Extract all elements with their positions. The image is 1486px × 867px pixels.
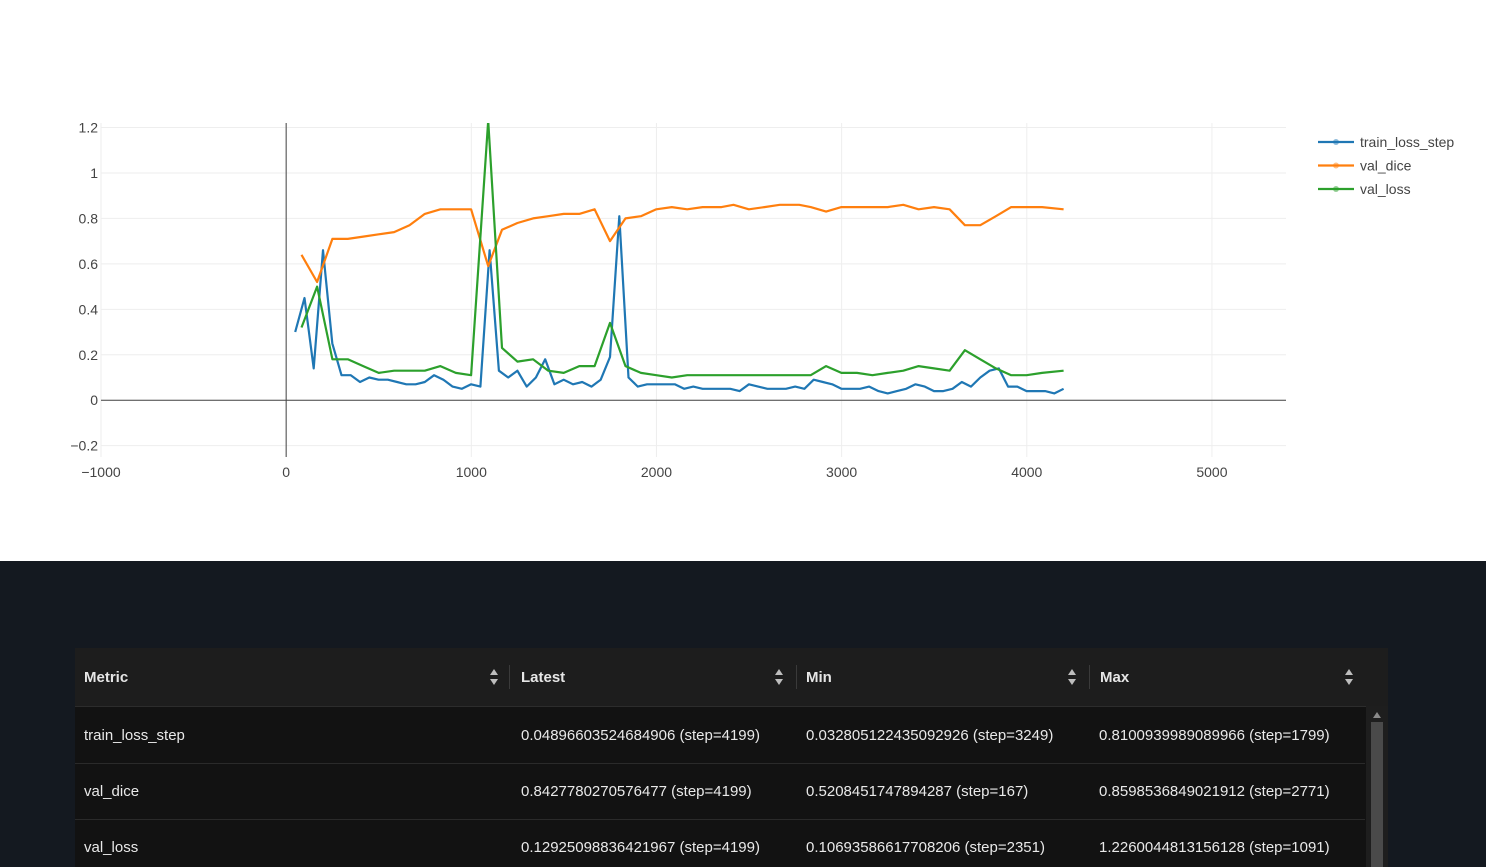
y-tick-label: 1: [90, 165, 98, 181]
scroll-up-arrow-icon[interactable]: [1372, 711, 1382, 719]
legend-marker: [1333, 139, 1339, 145]
metric-name: train_loss_step: [84, 726, 185, 744]
legend-item-val-dice[interactable]: val_dice: [1360, 158, 1412, 174]
metrics-table: Metric Latest Min Max train_loss_step 0.…: [75, 648, 1388, 867]
min-value: 0.10693586617708206 (step=2351): [806, 838, 1045, 856]
max-value: 0.8598536849021912 (step=2771): [1099, 782, 1330, 800]
sort-updown-icon[interactable]: [1344, 668, 1354, 686]
latest-value: 0.8427780270576477 (step=4199): [521, 782, 752, 800]
y-tick-label: 0.6: [79, 256, 99, 272]
table-row[interactable]: train_loss_step 0.04896603524684906 (ste…: [75, 707, 1365, 764]
y-tick-label: −0.2: [70, 438, 98, 454]
column-header-metric[interactable]: Metric: [75, 648, 510, 706]
x-tick-label: 5000: [1196, 464, 1227, 480]
legend-item-val-loss[interactable]: val_loss: [1360, 181, 1411, 197]
y-tick-label: 0.2: [79, 347, 99, 363]
legend-item-train-loss-step[interactable]: train_loss_step: [1360, 134, 1454, 150]
column-header-latest[interactable]: Latest: [512, 648, 797, 706]
column-header-label: Min: [806, 668, 832, 686]
series-line-val-dice[interactable]: [300, 203, 1064, 284]
table-row[interactable]: val_loss 0.12925098836421967 (step=4199)…: [75, 819, 1365, 867]
table-scrollbar[interactable]: [1366, 706, 1388, 867]
column-divider: [1089, 665, 1090, 689]
table-row[interactable]: val_dice 0.8427780270576477 (step=4199) …: [75, 763, 1365, 820]
column-header-label: Latest: [521, 668, 566, 686]
y-tick-label: 0.4: [79, 301, 99, 317]
column-divider: [509, 665, 510, 689]
metrics-panel: Metric Latest Min Max train_loss_step 0.…: [0, 561, 1486, 867]
x-tick-label: 3000: [826, 464, 857, 480]
sort-updown-icon[interactable]: [1067, 668, 1077, 686]
legend-marker: [1333, 162, 1339, 169]
latest-value: 0.04896603524684906 (step=4199): [521, 726, 760, 744]
y-tick-label: 1.2: [79, 120, 99, 136]
max-value: 0.8100939989089966 (step=1799): [1099, 726, 1330, 744]
legend-marker: [1333, 186, 1339, 192]
column-header-label: Metric: [84, 668, 129, 686]
series-line-train-loss-step[interactable]: [294, 215, 1065, 395]
sort-updown-icon[interactable]: [774, 668, 784, 686]
x-tick-label: −1000: [81, 464, 121, 480]
chart-panel: −1000 0 1000 2000 3000 4000 5000 −0.2 0 0.2 0.4 0.6…: [0, 0, 1486, 561]
metric-name: val_dice: [84, 782, 140, 800]
min-value: 0.032805122435092926 (step=3249): [806, 726, 1054, 744]
metric-name: val_loss: [84, 838, 139, 856]
sort-updown-icon[interactable]: [489, 668, 499, 686]
table-header: Metric Latest Min Max: [75, 648, 1388, 707]
x-tick-label: 1000: [456, 464, 487, 480]
x-tick-label: 0: [282, 464, 290, 480]
column-header-min[interactable]: Min: [797, 648, 1090, 706]
column-header-max[interactable]: Max: [1091, 648, 1367, 706]
y-tick-label: 0: [90, 392, 98, 408]
max-value: 1.2260044813156128 (step=1091): [1099, 838, 1330, 856]
x-tick-label: 4000: [1011, 464, 1042, 480]
latest-value: 0.12925098836421967 (step=4199): [521, 838, 760, 856]
y-tick-label: 0.8: [79, 210, 99, 226]
scrollbar-thumb[interactable]: [1371, 722, 1383, 867]
x-tick-label: 2000: [641, 464, 672, 480]
min-value: 0.5208451747894287 (step=167): [806, 782, 1029, 800]
series-line-val-loss[interactable]: [300, 121, 1064, 379]
line-chart[interactable]: −1000 0 1000 2000 3000 4000 5000 −0.2 0 0.2 0.4 0.6…: [0, 0, 1486, 561]
column-header-label: Max: [1100, 668, 1130, 686]
